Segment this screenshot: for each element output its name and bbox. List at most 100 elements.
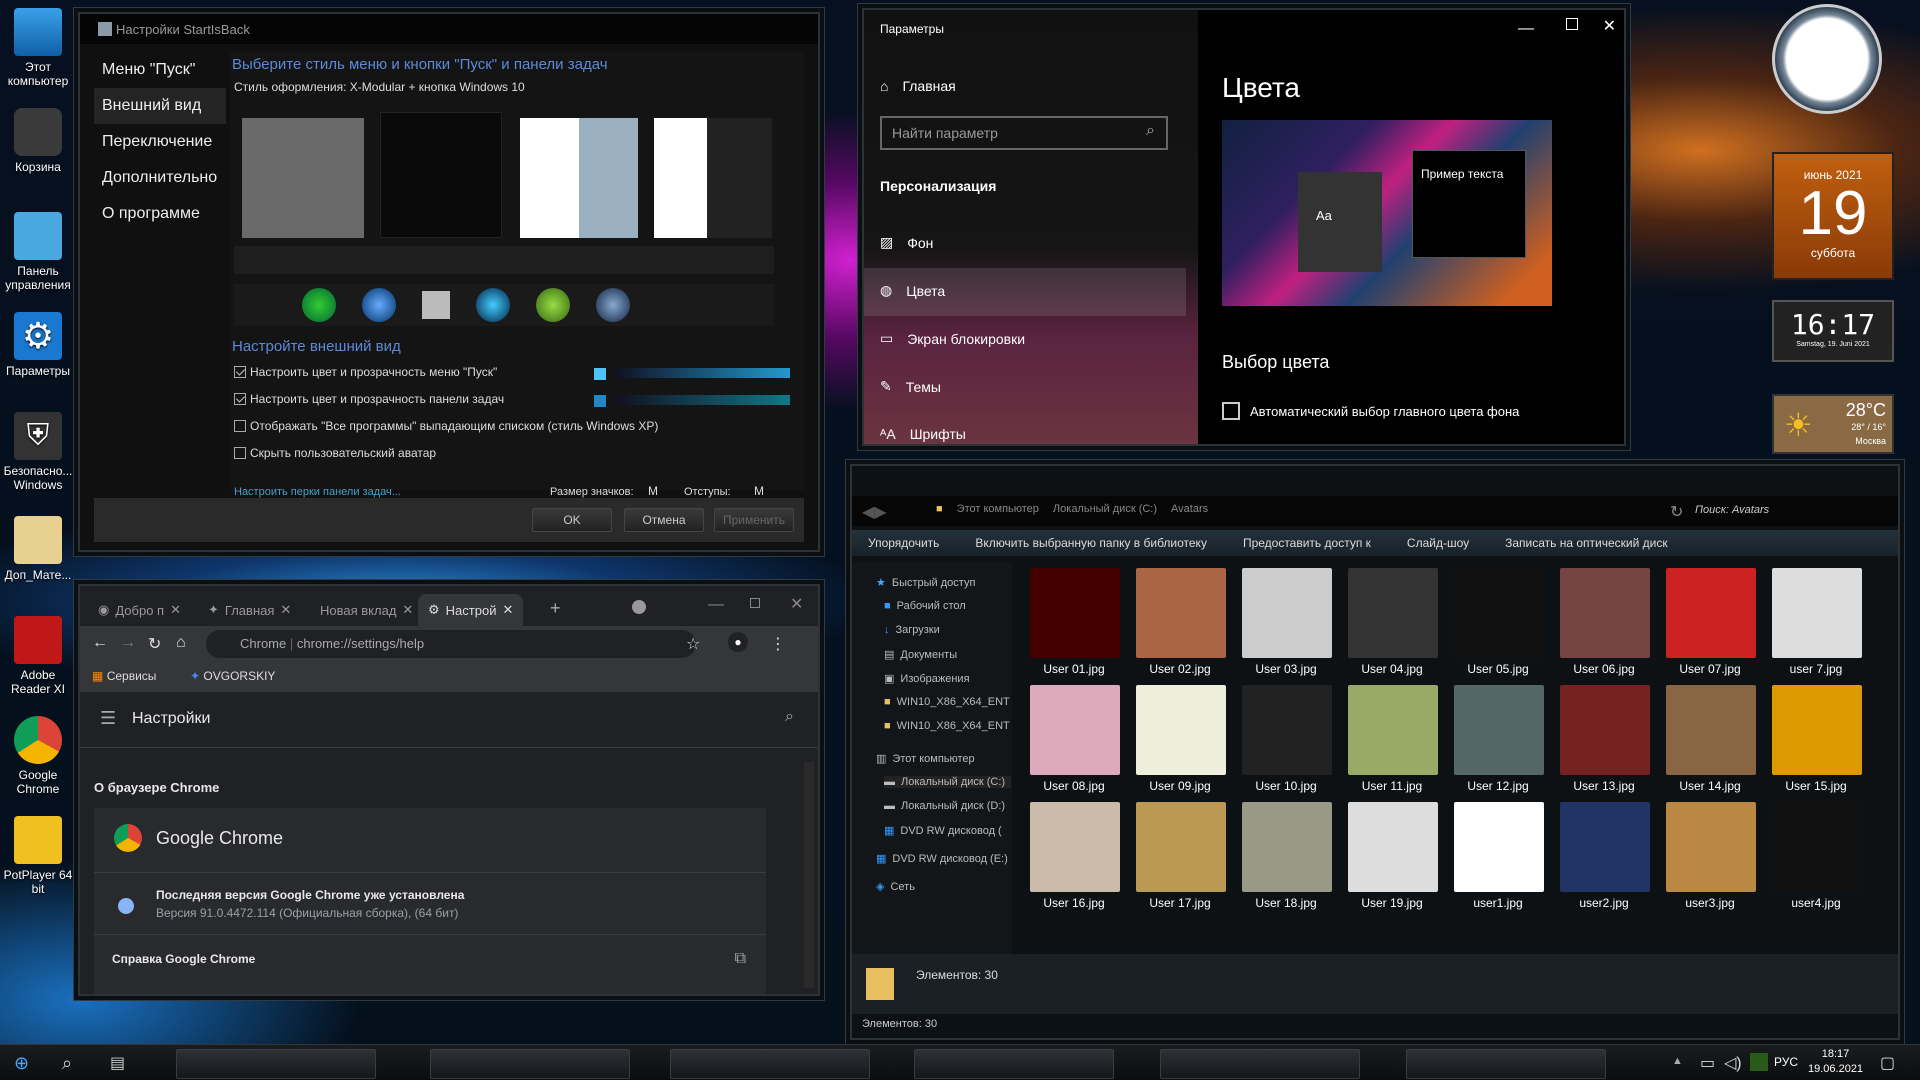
nav-this-pc[interactable]: ▥ Этот компьютер	[876, 752, 975, 766]
bookmark-ovgorskiy[interactable]: ✦ OVGORSKIY	[190, 669, 275, 683]
chrome-tab-active[interactable]: ⚙ Настрой ✕	[418, 594, 524, 626]
file-thumbnail[interactable]	[1772, 685, 1862, 775]
checkbox[interactable]	[234, 446, 246, 459]
nav-network[interactable]: ◈ Сеть	[876, 880, 915, 894]
desktop-icon-control-panel[interactable]: Панель управления	[2, 212, 74, 292]
checkbox[interactable]	[234, 419, 246, 432]
style-preview-vista[interactable]	[654, 118, 772, 238]
taskbar-app-explorer[interactable]	[176, 1049, 376, 1079]
taskbar-app-window[interactable]	[430, 1049, 630, 1079]
taskbar-app-chrome[interactable]	[1160, 1049, 1360, 1079]
file-name[interactable]: User 10.jpg	[1233, 779, 1339, 793]
nav-folder[interactable]: ■ WIN10_X86_X64_ENT	[884, 720, 1010, 732]
file-thumbnail[interactable]	[1772, 568, 1862, 658]
file-name[interactable]: User 08.jpg	[1022, 779, 1127, 793]
nav-start-menu[interactable]: Меню "Пуск"	[94, 52, 226, 88]
minimize-button[interactable]: —	[1518, 20, 1534, 38]
file-thumbnail[interactable]	[1666, 802, 1756, 892]
file-thumbnail[interactable]	[1666, 568, 1756, 658]
file-thumbnail[interactable]	[1030, 802, 1120, 892]
nav-documents[interactable]: ▤ Документы	[884, 648, 957, 662]
reload-icon[interactable]: ↻	[148, 634, 161, 654]
nav-folder[interactable]: ■ WIN10_X86_X64_ENT	[884, 696, 1010, 708]
file-name[interactable]: User 12.jpg	[1445, 779, 1551, 793]
file-name[interactable]: User 02.jpg	[1127, 662, 1233, 676]
nav-pictures[interactable]: ▣ Изображения	[884, 672, 970, 686]
settings-home[interactable]: ⌂ Главная	[880, 78, 956, 94]
settings-item-themes[interactable]: ✎ Темы	[880, 378, 941, 395]
tab-close-icon[interactable]: ✕	[402, 602, 413, 618]
taskbar-transparency-slider[interactable]	[616, 395, 790, 405]
file-thumbnail[interactable]	[1030, 685, 1120, 775]
new-tab-button[interactable]: +	[550, 598, 561, 619]
option-hide-avatar[interactable]: Скрыть пользовательский аватар	[234, 439, 774, 466]
file-name[interactable]: user2.jpg	[1551, 896, 1657, 910]
tab-search-icon[interactable]	[632, 600, 646, 614]
nav-about[interactable]: О программе	[94, 196, 226, 232]
help-link[interactable]: Справка Google Chrome	[112, 952, 255, 966]
style-preview-dark[interactable]	[380, 112, 502, 238]
toolbar-share[interactable]: Предоставить доступ к	[1243, 536, 1371, 556]
nav-drive-c[interactable]: ▬ Локальный диск (C:)	[884, 776, 1012, 788]
file-thumbnail[interactable]	[1136, 568, 1226, 658]
file-thumbnail[interactable]	[1772, 802, 1862, 892]
search-icon[interactable]: ⌕	[62, 1053, 72, 1074]
chrome-tab[interactable]: ✦ Главная ✕	[198, 594, 301, 626]
close-button[interactable]: ✕	[1603, 16, 1616, 36]
style-preview-win7[interactable]	[520, 118, 638, 238]
file-name[interactable]: User 19.jpg	[1339, 896, 1445, 910]
cancel-button[interactable]: Отмена	[624, 508, 704, 532]
checkbox-checked[interactable]	[234, 365, 246, 378]
nav-dvd-e[interactable]: ▦ DVD RW дисковод (E:)	[876, 852, 1008, 866]
start-button-vista-icon[interactable]	[536, 288, 570, 322]
desktop-icon-computer[interactable]: Этот компьютер	[2, 8, 74, 88]
auto-color-option[interactable]: Автоматический выбор главного цвета фона	[1222, 402, 1519, 420]
nav-switching[interactable]: Переключение	[94, 124, 226, 160]
chrome-tab[interactable]: Новая вклад ✕	[310, 594, 423, 626]
nvidia-icon[interactable]	[1750, 1053, 1768, 1071]
scrollbar[interactable]	[804, 762, 814, 988]
task-view-icon[interactable]: ▤	[110, 1053, 125, 1073]
maximize-button[interactable]	[1566, 18, 1578, 30]
close-button[interactable]: ✕	[790, 594, 803, 614]
file-name[interactable]: User 17.jpg	[1127, 896, 1233, 910]
file-name[interactable]: User 05.jpg	[1445, 662, 1551, 676]
padding-select[interactable]: M	[754, 484, 764, 498]
taskbar-app-startisback[interactable]	[670, 1049, 870, 1079]
language-indicator[interactable]: РУС	[1774, 1055, 1798, 1069]
start-button-icon[interactable]: ⊕	[14, 1053, 29, 1074]
profile-icon[interactable]: ●	[728, 632, 748, 652]
desktop-icon-adobe[interactable]: Adobe Reader XI	[2, 616, 74, 696]
start-button-alien-icon[interactable]	[596, 288, 630, 322]
checkbox-checked[interactable]	[234, 392, 246, 405]
desktop-icon-recycle-bin[interactable]: Корзина	[2, 108, 74, 174]
settings-item-fonts[interactable]: ᴬA Шрифты	[880, 426, 966, 442]
bookmark-star-icon[interactable]: ☆	[686, 634, 700, 654]
tab-close-icon[interactable]: ✕	[170, 602, 181, 618]
nav-dvd[interactable]: ▦ DVD RW дисковод (	[884, 824, 1002, 838]
toolbar-slideshow[interactable]: Слайд-шоу	[1407, 536, 1469, 556]
file-thumbnail[interactable]	[1454, 568, 1544, 658]
checkbox[interactable]	[1222, 402, 1240, 420]
file-name[interactable]: User 13.jpg	[1551, 779, 1657, 793]
home-icon[interactable]: ⌂	[176, 634, 186, 652]
chrome-tab[interactable]: ◉ Добро п ✕	[88, 594, 191, 626]
taskbar-app-settings[interactable]	[1406, 1049, 1606, 1079]
toolbar-burn[interactable]: Записать на оптический диск	[1505, 536, 1668, 556]
apply-button[interactable]: Применить	[714, 508, 794, 532]
file-name[interactable]: user3.jpg	[1657, 896, 1763, 910]
file-name[interactable]: user 7.jpg	[1763, 662, 1869, 676]
file-name[interactable]: User 16.jpg	[1022, 896, 1127, 910]
file-name[interactable]: user4.jpg	[1763, 896, 1869, 910]
tray-expand-icon[interactable]: ▲	[1672, 1055, 1683, 1067]
file-thumbnail[interactable]	[1242, 802, 1332, 892]
start-transparency-slider[interactable]	[616, 368, 790, 378]
file-thumbnail[interactable]	[1666, 685, 1756, 775]
nav-quick-access[interactable]: ★ Быстрый доступ	[876, 576, 975, 590]
file-thumbnail[interactable]	[1136, 802, 1226, 892]
settings-search-input[interactable]: Найти параметр	[880, 116, 1168, 150]
perks-link[interactable]: Настроить перки панели задач...	[234, 486, 401, 498]
external-link-icon[interactable]: ⧉	[735, 950, 746, 968]
file-name[interactable]: user1.jpg	[1445, 896, 1551, 910]
file-thumbnail[interactable]	[1454, 802, 1544, 892]
